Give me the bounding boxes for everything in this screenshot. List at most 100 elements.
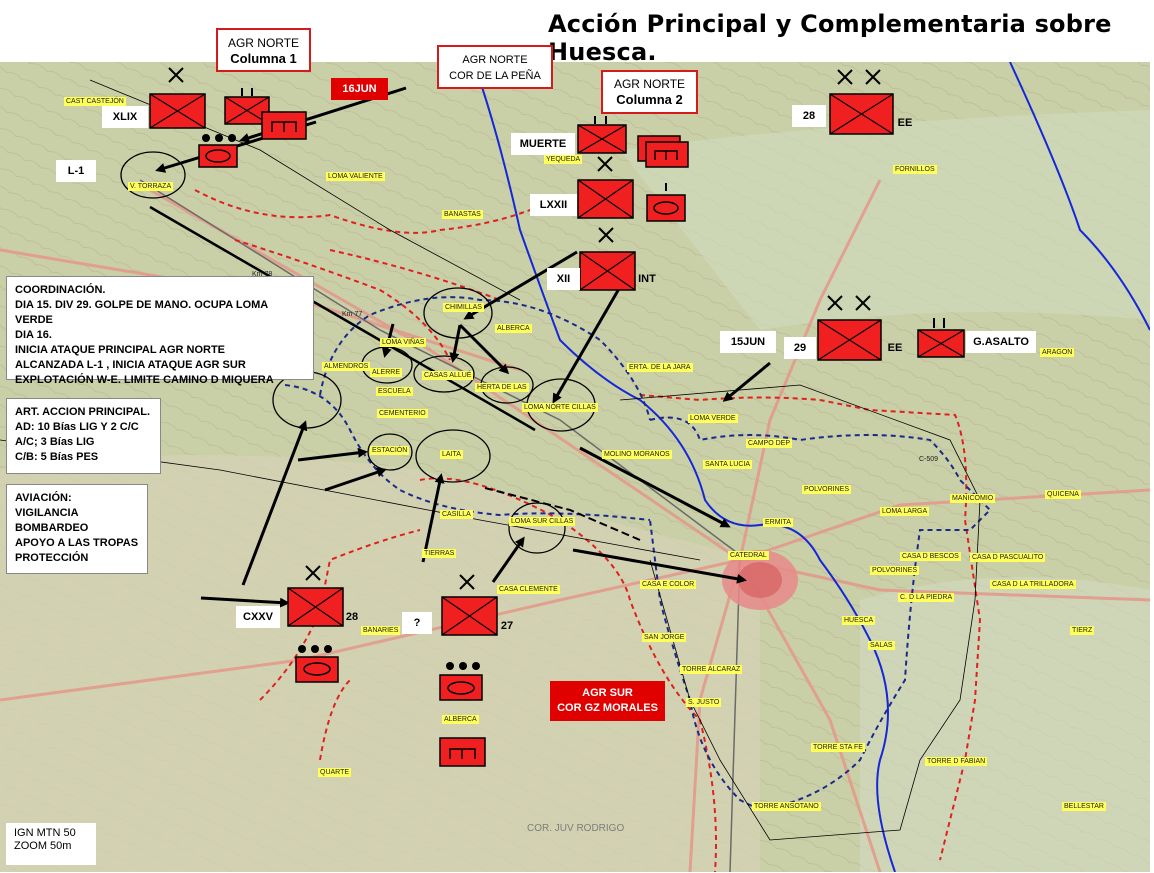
unit-label-xlix: XLIX bbox=[102, 106, 148, 128]
unit-label-ee-top: EE bbox=[897, 117, 913, 129]
aviation-header: AVIACIÓN: bbox=[15, 492, 72, 504]
place-label: LOMA VERDE bbox=[688, 414, 738, 423]
box-line2: COR GZ MORALES bbox=[557, 702, 658, 714]
aviation-line: PROTECCIÓN bbox=[15, 552, 89, 564]
box-line1: AGR NORTE bbox=[462, 54, 528, 66]
place-label: ALERRE bbox=[370, 368, 403, 377]
agr-norte-columna2-box: AGR NORTE Columna 2 bbox=[601, 70, 698, 114]
unit-label-lxxii: LXXII bbox=[530, 194, 577, 216]
place-label: CASA D PASCUALITO bbox=[970, 553, 1046, 562]
place-label: BANASTAS bbox=[442, 210, 483, 219]
unit-label-cxxv: CXXV bbox=[236, 606, 280, 628]
place-label: ARAGON bbox=[1040, 348, 1075, 357]
source-note: IGN MTN 50 ZOOM 50m bbox=[6, 823, 96, 865]
coordination-header: COORDINACIÓN. bbox=[15, 284, 106, 296]
page-title: Acción Principal y Complementaria sobre … bbox=[548, 10, 1112, 66]
artillery-box: ART. ACCION PRINCIPAL. AD: 10 Bías LIG Y… bbox=[6, 398, 161, 474]
artillery-line: C/B: 5 Bías PES bbox=[15, 451, 99, 463]
agr-norte-columna1-box: AGR NORTE Columna 1 bbox=[216, 28, 311, 72]
box-line2: Columna 1 bbox=[230, 51, 297, 66]
date-15jun: 15JUN bbox=[720, 331, 776, 353]
place-label: LOMA NORTE CILLAS bbox=[522, 403, 598, 412]
place-label: YEQUEDA bbox=[544, 155, 583, 164]
unit-label-muerte: MUERTE bbox=[511, 133, 575, 155]
place-label: Km 77 bbox=[342, 311, 363, 318]
place-label: ESCUELA bbox=[376, 387, 413, 396]
place-label: LAITA bbox=[440, 450, 463, 459]
unit-label-int: INT bbox=[638, 273, 656, 285]
place-label: MOLINO MORANOS bbox=[602, 450, 672, 459]
source-line2: ZOOM 50m bbox=[14, 840, 72, 852]
place-label: CASAS ALLUÉ bbox=[422, 371, 474, 380]
place-label: LOMA SUR CILLAS bbox=[509, 517, 576, 526]
place-label: TORRE D FABIAN bbox=[925, 757, 988, 766]
place-label: CEMENTERIO bbox=[377, 409, 428, 418]
place-label: CHIMILLAS bbox=[443, 303, 484, 312]
coordination-line: ALCANZADA L-1 , INICIA ATAQUE AGR SUR bbox=[15, 359, 246, 371]
unit-label-xii: XII bbox=[547, 268, 580, 290]
place-label: POLVORINES bbox=[802, 485, 851, 494]
place-label: V. TORRAZA bbox=[128, 182, 174, 191]
unit-label-29: 29 bbox=[784, 337, 816, 359]
place-label: ALBERCA bbox=[442, 715, 479, 724]
artillery-line: AD: 10 Bías LIG Y 2 C/C bbox=[15, 421, 139, 433]
place-label: ALBERCA bbox=[495, 324, 532, 333]
page: Acción Principal y Complementaria sobre … bbox=[0, 0, 1154, 873]
coordination-box: COORDINACIÓN. DIA 15. DIV 29. GOLPE DE M… bbox=[6, 276, 314, 386]
place-label: C-509 bbox=[919, 456, 939, 463]
unit-label-g-asalto: G.ASALTO bbox=[966, 331, 1036, 353]
place-label: LOMA VIÑAS bbox=[380, 338, 427, 347]
place-label: LOMA VALIENTE bbox=[326, 172, 385, 181]
place-label: CASILLA bbox=[440, 510, 473, 519]
unit-label-28-top: 28 bbox=[792, 105, 826, 127]
aviation-line: APOYO A LAS TROPAS bbox=[15, 537, 139, 549]
place-label: CASA D BESCOS bbox=[900, 552, 961, 561]
place-label: CAST CASTEJÓN bbox=[64, 97, 126, 106]
box-line1: AGR NORTE bbox=[227, 36, 300, 50]
place-label: ERMITA bbox=[763, 518, 793, 527]
unit-label-28-bottom: 28 bbox=[345, 611, 359, 623]
artillery-header: ART. ACCION PRINCIPAL. bbox=[15, 406, 151, 418]
place-label: QUARTE bbox=[318, 768, 352, 777]
place-label: BELLESTAR bbox=[1062, 802, 1106, 811]
unit-label-question: ? bbox=[402, 612, 432, 634]
place-label: ALMENDROS bbox=[322, 362, 371, 371]
box-line1: AGR NORTE bbox=[613, 77, 686, 91]
box-line2: COR DE LA PEÑA bbox=[449, 70, 541, 82]
place-label: TIERZ bbox=[1070, 626, 1095, 635]
coordination-line: INICIA ATAQUE PRINCIPAL AGR NORTE bbox=[15, 344, 226, 356]
agr-sur-box: AGR SUR COR GZ MORALES bbox=[550, 681, 665, 721]
place-label: C. D LA PIEDRA bbox=[898, 593, 955, 602]
coordination-line: EXPLOTACIÓN W-E. LIMITE CAMINO D MIQUERA bbox=[15, 374, 274, 386]
place-label: FORNILLOS bbox=[893, 165, 937, 174]
agr-norte-pena-box: AGR NORTE COR DE LA PEÑA bbox=[437, 45, 553, 89]
place-label: HERTA DE LAS bbox=[475, 383, 529, 392]
place-label: MANICOMIO bbox=[950, 494, 996, 503]
place-label: POLVORINES bbox=[870, 566, 919, 575]
place-label: TIERRAS bbox=[422, 549, 457, 558]
place-label: CASA D LA TRILLADORA bbox=[990, 580, 1076, 589]
place-label: CASA E COLOR bbox=[640, 580, 697, 589]
place-label: HUESCA bbox=[842, 616, 876, 625]
box-line2: Columna 2 bbox=[616, 92, 683, 107]
place-label: QUICENA bbox=[1045, 490, 1081, 499]
author-watermark: COR. JUV RODRIGO bbox=[527, 823, 625, 834]
place-label: ERTA. DE LA JARA bbox=[627, 363, 693, 372]
place-label: LOMA LARGA bbox=[880, 507, 930, 516]
coordination-line: DIA 16. bbox=[15, 329, 52, 341]
place-label: CAMPO DEP bbox=[746, 439, 793, 448]
coordination-line: DIA 15. DIV 29. GOLPE DE MANO. OCUPA LOM… bbox=[15, 299, 268, 326]
box-line1: AGR SUR bbox=[582, 687, 633, 699]
unit-label-ee-mid: EE bbox=[887, 342, 903, 354]
place-label: TORRE ANSOTANO bbox=[752, 802, 821, 811]
place-label: S. JUSTO bbox=[686, 698, 722, 707]
unit-label-l1: L-1 bbox=[56, 160, 96, 182]
place-label: CASA CLEMENTE bbox=[497, 585, 560, 594]
source-line1: IGN MTN 50 bbox=[14, 827, 76, 839]
place-label: SANTA LUCIA bbox=[703, 460, 752, 469]
place-label: TORRE ALCARAZ bbox=[680, 665, 743, 674]
place-label: TORRE STA FE bbox=[811, 743, 865, 752]
place-label: CATEDRAL bbox=[728, 551, 769, 560]
artillery-line: A/C; 3 Bías LIG bbox=[15, 436, 95, 448]
aviation-line: BOMBARDEO bbox=[15, 522, 89, 534]
